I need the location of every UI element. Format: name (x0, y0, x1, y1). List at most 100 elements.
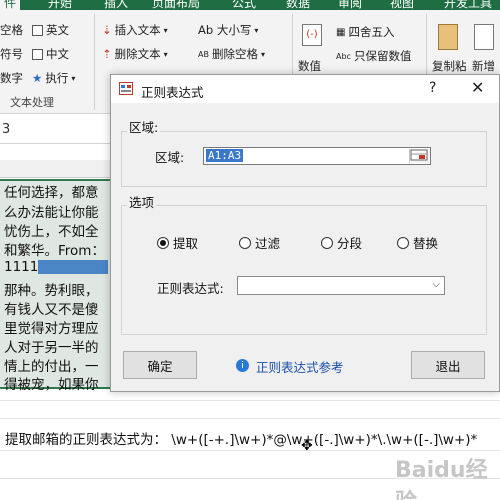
region-label: 区域: (155, 150, 185, 165)
round-label: 四舍五入 (348, 25, 395, 39)
cell-text-value: 1111 (4, 259, 39, 275)
dialog-title-bar[interactable]: 正则表达式 ? ✕ (111, 75, 499, 103)
case-label: Ab 大小写 (198, 23, 252, 37)
radio-icon (157, 236, 169, 249)
selected-cell-range[interactable]: 任何选择，都意 么办法能让你能 忧伤上，不如全 和繁华。From： 1111 那… (0, 179, 112, 393)
radio-filter-label: 过滤 (255, 236, 281, 251)
numeric-label: 数值 (298, 59, 321, 73)
chinese-label: 中文 (46, 47, 69, 61)
exit-button[interactable]: 退出 (411, 351, 485, 379)
space-option[interactable]: 空格 (0, 22, 23, 38)
english-checkbox[interactable]: 英文 (32, 22, 69, 38)
numeric-icon: (-) (302, 24, 322, 46)
regex-reference-link[interactable]: 正则表达式参考 (256, 357, 344, 376)
dropdown-arrow-icon: ▾ (260, 49, 265, 59)
grid-line (0, 400, 500, 401)
star-icon: ★ (32, 71, 43, 85)
new-add-label: 新增 (472, 59, 495, 73)
name-box[interactable]: 3 (0, 118, 110, 144)
tab-page-layout[interactable]: 页面布局 (152, 0, 200, 10)
execute-button[interactable]: ★ 执行 ▾ (32, 70, 75, 86)
app-icon (119, 82, 133, 95)
cell-text-line-highlight: 1111 (4, 259, 112, 275)
radio-filter[interactable]: 过滤 (239, 233, 280, 252)
radio-extract-label: 提取 (173, 236, 199, 251)
symbol-option[interactable]: 符号 (0, 46, 23, 62)
chevron-down-icon: ⌵ (432, 279, 440, 290)
radio-segment-label: 分段 (337, 236, 363, 251)
grid-line (0, 418, 500, 419)
tab-insert[interactable]: 插入 (104, 0, 128, 10)
delete-space-button[interactable]: AB 删除空格 ▾ (198, 46, 265, 62)
cell-text-line: 人对于另一半的 (4, 340, 99, 356)
info-icon: i (236, 359, 249, 372)
cell-text-line: 忧伤上，不如全 (4, 224, 99, 240)
move-cursor-icon: ✥ (301, 438, 313, 454)
watermark-logo: Baidu经验 (395, 458, 488, 500)
round-icon: ▦ (336, 26, 346, 38)
options-section (121, 205, 487, 335)
insert-text-button[interactable]: ⇣ 插入文本 ▾ (102, 22, 168, 38)
checkbox-icon (32, 48, 43, 60)
new-add-icon (474, 24, 494, 50)
tab-home[interactable]: 开始 (48, 0, 72, 10)
cell-text-line: 有钱人又不是傻 (4, 302, 99, 318)
range-picker-icon[interactable] (409, 149, 429, 163)
keep-value-button[interactable]: Abc 只保留数值 (336, 48, 411, 64)
options-section-title: 选项 (127, 192, 157, 211)
region-value: A1:A3 (206, 149, 244, 162)
delete-text-label: 删除文本 (114, 47, 161, 61)
numeric-button[interactable]: 数值 (298, 58, 321, 74)
tab-view[interactable]: 视图 (390, 0, 414, 10)
cell-text-line: 么办法能让你能 (4, 205, 99, 221)
chinese-checkbox[interactable]: 中文 (32, 46, 69, 62)
close-button[interactable]: ✕ (471, 78, 484, 97)
insert-text-icon: ⇣ (102, 23, 112, 37)
cell-text-line: 和繁华。From： (4, 243, 105, 259)
copy-paste-icon (438, 24, 458, 50)
round-button[interactable]: ▦ 四舍五入 (336, 24, 394, 40)
delete-text-icon: ⇡ (102, 47, 112, 61)
cell-text-line: 情上的付出，一 (4, 359, 99, 375)
number-label: 数字 (0, 71, 23, 85)
region-input[interactable]: A1:A3 (203, 147, 431, 165)
tab-formulas[interactable]: 公式 (232, 0, 256, 10)
regex-email-cell[interactable]: 提取邮箱的正则表达式为： \w+([-+.]\w+)*@\w+([-.]\w+)… (5, 428, 477, 448)
copy-paste-label: 复制粘 (432, 59, 467, 73)
regex-select[interactable]: ⌵ (237, 276, 445, 295)
copy-paste-button[interactable]: 复制粘 (432, 58, 467, 74)
case-button[interactable]: Ab 大小写 ▾ (198, 22, 258, 38)
radio-replace[interactable]: 替换 (397, 233, 438, 252)
column-header (0, 160, 110, 178)
ok-button[interactable]: 确定 (123, 351, 197, 379)
new-add-button[interactable]: 新增 (472, 58, 495, 74)
group-text-processing: 文本处理 (10, 96, 54, 109)
keep-value-icon: Abc (336, 51, 351, 61)
tab-developer[interactable]: 开发工具 (444, 0, 492, 10)
dropdown-arrow-icon: ▾ (71, 73, 76, 83)
symbol-label: 符号 (0, 47, 23, 61)
keep-value-label: 只保留数值 (353, 49, 412, 63)
delete-text-button[interactable]: ⇡ 删除文本 ▾ (102, 46, 168, 62)
checkbox-icon (32, 24, 43, 36)
insert-text-label: 插入文本 (114, 23, 161, 37)
ribbon-tab-bar: 件 开始 插入 页面布局 公式 数据 审阅 视图 开发工具 (0, 0, 500, 10)
delete-space-icon: AB (198, 49, 209, 59)
regex-label: 正则表达式: (157, 281, 224, 296)
cell-text-line: 里觉得对方理应 (4, 321, 99, 337)
execute-label: 执行 (45, 71, 69, 85)
region-section-title: 区域: (127, 117, 161, 136)
tab-data[interactable]: 数据 (286, 0, 310, 10)
tab-review[interactable]: 审阅 (338, 0, 362, 10)
ribbon-separator (94, 14, 95, 110)
radio-icon (239, 236, 251, 249)
help-button[interactable]: ? (429, 80, 436, 96)
radio-icon (321, 236, 333, 249)
dropdown-arrow-icon: ▾ (163, 25, 168, 35)
cell-text-line: 得被宠，如果你 (4, 377, 99, 393)
number-option[interactable]: 数字 (0, 70, 23, 86)
radio-segment[interactable]: 分段 (321, 233, 362, 252)
grid-line (0, 450, 500, 451)
tab-file[interactable]: 件 (0, 0, 21, 10)
radio-extract[interactable]: 提取 (157, 233, 198, 252)
